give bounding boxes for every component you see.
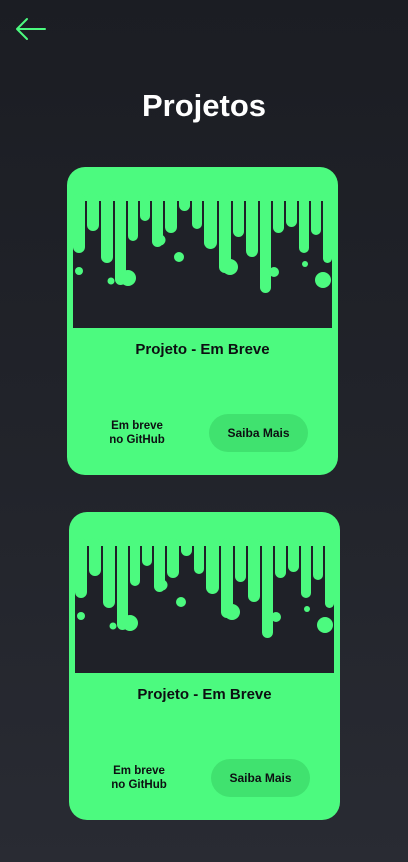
project-title: Projeto - Em Breve (137, 686, 272, 703)
project-status: Em breve no GitHub (107, 764, 171, 792)
project-status-line2: no GitHub (109, 434, 165, 446)
saiba-mais-button[interactable]: Saiba Mais (211, 759, 310, 797)
project-status-line1: Em breve (113, 765, 165, 777)
arrow-left-icon (16, 18, 46, 40)
project-card: Projeto - Em Breve Em breve no GitHub Sa… (69, 512, 340, 820)
project-card: Projeto - Em Breve Em breve no GitHub Sa… (67, 167, 338, 475)
project-title: Projeto - Em Breve (135, 341, 270, 358)
project-status-line1: Em breve (111, 420, 163, 432)
back-button[interactable] (12, 14, 48, 44)
project-status: Em breve no GitHub (105, 419, 169, 447)
saiba-mais-button[interactable]: Saiba Mais (209, 414, 308, 452)
slime-drip-illustration (75, 538, 334, 673)
page-title: Projetos (141, 88, 267, 123)
project-status-line2: no GitHub (111, 779, 167, 791)
slime-drip-illustration (73, 193, 332, 328)
